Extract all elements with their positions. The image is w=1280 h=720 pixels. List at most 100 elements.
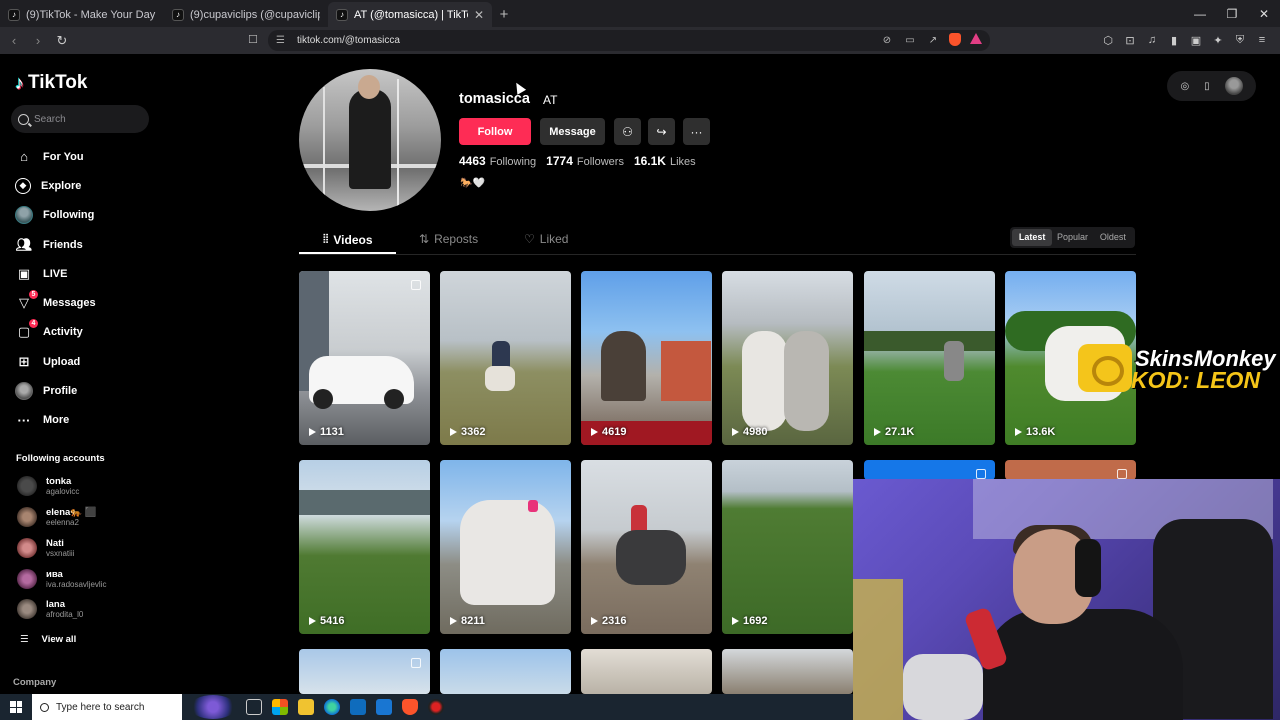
sidebar-item-messages[interactable]: ▽ 5 Messages [15,288,96,317]
taskbar-search[interactable]: Type here to search [32,694,182,720]
video-card[interactable]: 3362 [440,271,571,445]
tab-reposts[interactable]: ⇅ Reposts [419,232,478,246]
share-icon[interactable]: ↗ [926,33,940,47]
browser-tab-3-active[interactable]: ♪ AT (@tomasicca) | TikTok ✕ [328,2,492,27]
video-card[interactable]: 4619 [581,271,712,445]
suggested-accounts-button[interactable]: ⚇ [614,118,641,145]
minimize-icon[interactable]: — [1184,0,1216,27]
copilot-icon[interactable] [272,699,288,715]
bookmark-icon[interactable]: ☐ [248,33,258,46]
close-window-icon[interactable]: ✕ [1248,0,1280,27]
following-account-item[interactable]: elena🐅 ⬛ eelenna2 [17,507,97,527]
sidebar-item-activity[interactable]: ▢ 4 Activity [15,318,96,347]
brave-icon[interactable] [402,699,418,715]
brave-shields-icon[interactable] [949,33,961,46]
message-button[interactable]: Message [540,118,605,145]
cast-icon[interactable]: ▭ [903,33,917,47]
brave-rewards-icon[interactable] [970,33,982,44]
no-video-icon[interactable]: ⊘ [880,33,894,47]
window-controls: — ❐ ✕ [1184,0,1280,27]
sort-oldest[interactable]: Oldest [1093,229,1133,246]
search-placeholder: Search [34,113,66,125]
avatar [17,507,37,527]
tiktok-logo[interactable]: ♪ TikTok [15,72,87,94]
followers-count: 1774 [546,154,573,168]
extensions-icon[interactable]: ⬡ [1100,31,1116,49]
leo-ai-icon[interactable]: ✦ [1210,31,1226,49]
video-card[interactable]: 27.1K [864,271,995,445]
sidebar-item-following[interactable]: Following [15,201,96,230]
sidebar-item-profile[interactable]: Profile [15,376,96,405]
video-card[interactable] [299,649,430,694]
back-icon[interactable]: ‹ [4,31,24,51]
company-link[interactable]: Company [13,677,56,688]
search-input[interactable]: Search [11,105,149,133]
following-account-item[interactable]: lana afrodita_l0 [17,599,83,619]
profile-avatar[interactable] [299,69,441,211]
share-profile-button[interactable]: ↪ [648,118,675,145]
address-bar[interactable]: ☰ tiktok.com/@tomasicca ⊘ ▭ ↗ [268,30,990,51]
planet-widget-icon[interactable] [190,695,236,719]
view-all-button[interactable]: ☰ View all [20,634,76,645]
music-icon[interactable]: ♫ [1144,31,1160,49]
start-button[interactable] [0,694,32,720]
forward-icon[interactable]: › [28,31,48,51]
browser-tab-1[interactable]: ♪ (9)TikTok - Make Your Day [0,2,164,27]
compass-icon: ◆ [15,177,31,194]
video-card[interactable]: 1692 [722,460,853,634]
tab-videos[interactable]: ⦙⦙ Videos [323,232,373,247]
sidebar-item-for-you[interactable]: ⌂ For You [15,142,96,171]
store-icon[interactable] [350,699,366,715]
video-card[interactable]: 1131 [299,271,430,445]
video-card[interactable]: 5416 [299,460,430,634]
screenshot-icon[interactable]: ⊡ [1122,31,1138,49]
user-avatar[interactable] [1224,77,1243,95]
vpn-icon[interactable]: ⛨ [1232,31,1248,49]
likes-count: 16.1K [633,154,666,168]
following-account-item[interactable]: ива iva.radosavljevlic [17,569,106,589]
tv-app-icon[interactable]: ▯ [1204,81,1210,92]
tab-liked[interactable]: ♡ Liked [524,232,568,246]
task-view-icon[interactable] [246,699,262,715]
video-card[interactable] [864,460,995,480]
followers-stat[interactable]: 1774 Followers [546,154,624,168]
sidebar-item-upload[interactable]: ⊞ Upload [15,347,96,376]
restore-icon[interactable]: ❐ [1216,0,1248,27]
view-all-label: View all [41,634,77,645]
more-options-button[interactable]: ··· [683,118,710,145]
sidebar-icon[interactable]: ▮ [1166,31,1182,49]
profile-bio: 🐎🤍 [460,178,485,189]
sidebar-item-friends[interactable]: 👥︎ Friends [15,230,96,259]
play-icon [732,428,739,436]
sidebar-item-more[interactable]: ··· More [15,406,96,435]
recording-app-icon[interactable] [428,699,444,715]
coins-icon[interactable]: ◎ [1180,81,1189,92]
sidebar-item-live[interactable]: ▣ LIVE [15,259,96,288]
video-card[interactable] [1005,460,1136,480]
close-tab-icon[interactable]: ✕ [474,8,484,22]
sidebar-item-label: Explore [41,179,82,192]
new-tab-button[interactable]: + [492,2,516,27]
video-card[interactable] [440,649,571,694]
video-card[interactable]: 4980 [722,271,853,445]
sort-latest[interactable]: Latest [1012,229,1053,246]
sidebar-item-explore[interactable]: ◆ Explore [15,171,96,200]
following-account-item[interactable]: tonka agalovicc [17,476,79,496]
following-stat[interactable]: 4463 Following [459,154,536,168]
video-card[interactable]: 2316 [581,460,712,634]
sort-popular[interactable]: Popular [1052,229,1092,246]
edge-icon[interactable] [324,699,340,715]
reload-icon[interactable]: ↻ [52,31,72,51]
file-explorer-icon[interactable] [298,699,314,715]
menu-icon[interactable]: ≡ [1254,31,1270,49]
following-account-item[interactable]: Nati vsxnatiii [17,538,74,558]
video-card[interactable]: 8211 [440,460,571,634]
browser-tab-2[interactable]: ♪ (9)cupaviclips (@cupaviclips) | TikTok [164,2,328,27]
video-thumbnail-detail [299,490,430,515]
mail-icon[interactable] [376,699,392,715]
video-card[interactable] [581,649,712,694]
wallet-icon[interactable]: ▣ [1188,31,1204,49]
video-card[interactable] [722,649,853,694]
follow-button[interactable]: Follow [459,118,531,145]
site-settings-icon[interactable]: ☰ [276,35,285,46]
